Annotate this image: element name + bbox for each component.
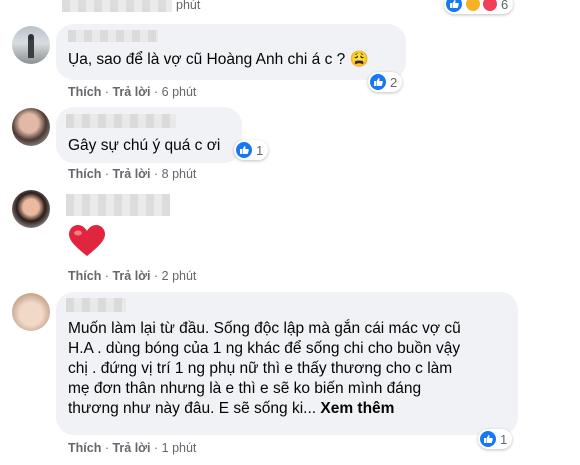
comment-reactions[interactable]: 1: [478, 429, 513, 449]
comment-time[interactable]: 1 phút: [162, 441, 197, 455]
blurred-name: [66, 114, 176, 128]
reply-link[interactable]: Trả lời: [112, 441, 150, 455]
blurred-name: [66, 298, 126, 312]
heart-icon: [483, 0, 497, 11]
avatar[interactable]: [12, 293, 50, 331]
avatar[interactable]: [12, 108, 50, 146]
like-link[interactable]: Thích: [68, 167, 101, 181]
like-icon: [446, 0, 462, 12]
blurred-name: [66, 194, 170, 216]
reply-link[interactable]: Trả lời: [112, 85, 150, 99]
top-time: phút: [176, 0, 201, 12]
comment-actions: Thích · Trả lời · 6 phút: [68, 85, 197, 99]
see-more-link[interactable]: Xem thêm: [320, 400, 394, 417]
blurred-name-top: [62, 0, 172, 12]
comment-actions: Thích · Trả lời · 2 phút: [68, 269, 197, 283]
reaction-count: 2: [390, 74, 398, 90]
comment-line: mẹ đơn thân nhưng là e thì e sẽ ko biến …: [68, 380, 422, 397]
heart-emoji-comment: [68, 224, 106, 264]
avatar[interactable]: [12, 26, 50, 64]
comment-time[interactable]: 6 phút: [162, 85, 197, 99]
heart-emoji-icon: [69, 225, 105, 256]
like-icon: [480, 431, 496, 447]
like-icon: [236, 142, 252, 158]
comment-time[interactable]: 8 phút: [162, 167, 197, 181]
like-link[interactable]: Thích: [68, 269, 101, 283]
like-link[interactable]: Thích: [68, 85, 101, 99]
reply-link[interactable]: Trả lời: [112, 269, 150, 283]
reaction-count: 6: [501, 0, 509, 12]
comment-line: thương như này đâu. E sẽ sống ki...: [68, 400, 317, 417]
comment-text: Gây sự chú ý quá c ơi: [68, 137, 221, 154]
avatar[interactable]: [12, 190, 50, 228]
comment-reactions[interactable]: 2: [368, 72, 403, 92]
like-link[interactable]: Thích: [68, 441, 101, 455]
reaction-count: 1: [256, 142, 264, 158]
comment-line: Muốn làm lại từ đầu. Sống độc lập mà gắn…: [68, 320, 461, 337]
comment-actions: Thích · Trả lời · 8 phút: [68, 167, 197, 181]
comment-line: chị . đứng vị trí 1 ng phụ nữ thì e thấy…: [68, 360, 453, 377]
reaction-count: 1: [500, 431, 508, 447]
blurred-name: [68, 30, 158, 42]
comment-text: Muốn làm lại từ đầu. Sống độc lập mà gắn…: [68, 319, 508, 419]
comment-text: Ụa, sao để là vợ cũ Hoàng Anh chi á c ? …: [68, 51, 369, 68]
comment-actions: Thích · Trả lời · 1 phút: [68, 441, 197, 455]
like-icon: [370, 74, 386, 90]
reply-link[interactable]: Trả lời: [112, 167, 150, 181]
comment-line: H.A . dùng bóng của 1 ng khác để sống ch…: [68, 340, 461, 357]
comment-reactions[interactable]: 1: [234, 140, 269, 160]
haha-icon: [466, 0, 480, 11]
comment-time[interactable]: 2 phút: [162, 269, 197, 283]
top-reactions[interactable]: 6: [444, 0, 514, 14]
